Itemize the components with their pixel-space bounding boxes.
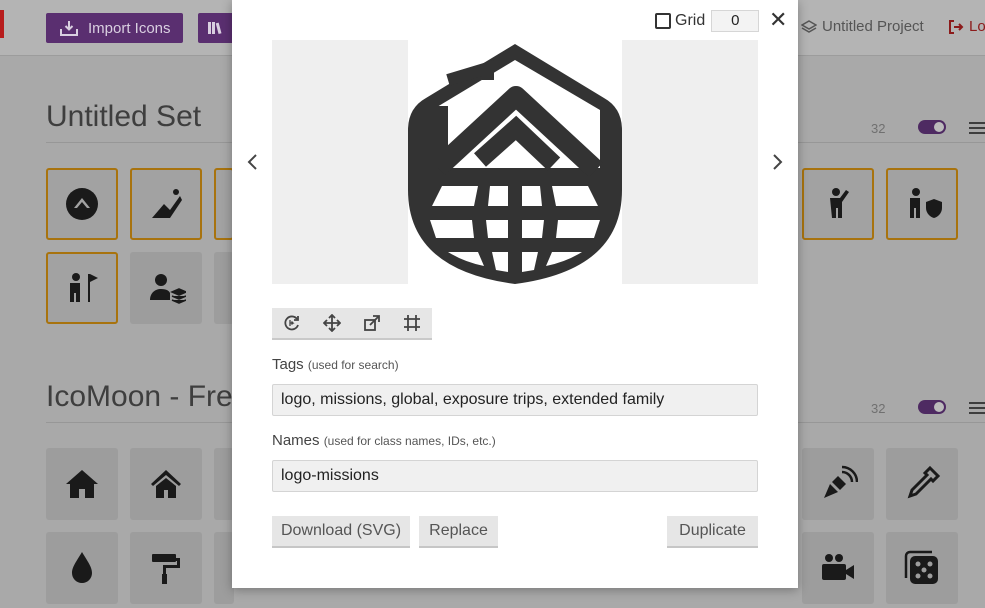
download-svg-button[interactable]: Download (SVG) bbox=[272, 516, 410, 548]
library-button[interactable] bbox=[198, 13, 234, 43]
icon-tile[interactable] bbox=[886, 168, 958, 240]
transform-toolbar bbox=[272, 308, 432, 340]
dice-icon bbox=[904, 550, 938, 584]
close-icon[interactable]: ✕ bbox=[769, 9, 787, 31]
logout-label: Lo bbox=[969, 18, 985, 35]
person-shield-icon bbox=[910, 188, 942, 218]
names-label-text: Names bbox=[272, 432, 320, 449]
person-flag-icon bbox=[70, 273, 98, 302]
import-icon bbox=[58, 20, 80, 36]
paint-roller-icon bbox=[152, 554, 180, 584]
icon-tile[interactable] bbox=[130, 168, 202, 240]
icon-tile[interactable] bbox=[802, 168, 874, 240]
import-icons-button[interactable]: Import Icons bbox=[46, 13, 183, 43]
crop-grid-icon bbox=[404, 315, 420, 331]
set-icon-count: 32 bbox=[871, 121, 886, 136]
icon-tile[interactable] bbox=[214, 168, 234, 240]
app-logo-fragment bbox=[0, 10, 4, 38]
tags-label: Tags (used for search) bbox=[272, 356, 399, 373]
next-icon-arrow[interactable] bbox=[770, 150, 786, 174]
icon-tile[interactable] bbox=[802, 448, 874, 520]
tags-hint: (used for search) bbox=[307, 358, 399, 372]
climber-icon bbox=[152, 189, 182, 218]
logout-icon bbox=[948, 19, 964, 35]
names-hint: (used for class names, IDs, etc.) bbox=[323, 434, 496, 448]
grid-checkbox[interactable] bbox=[655, 13, 671, 29]
grid-size-input[interactable]: 0 bbox=[711, 10, 760, 32]
icon-tile[interactable] bbox=[214, 252, 234, 324]
rotate-icon bbox=[284, 315, 299, 331]
rotate-button[interactable] bbox=[272, 308, 312, 338]
person-stack-icon bbox=[150, 274, 186, 304]
icon-tile[interactable] bbox=[886, 448, 958, 520]
chevron-left-icon bbox=[247, 154, 257, 170]
preview-padding-right bbox=[622, 40, 758, 284]
icon-tile[interactable] bbox=[802, 532, 874, 604]
names-label: Names (used for class names, IDs, etc.) bbox=[272, 432, 496, 449]
layers-icon bbox=[801, 19, 817, 35]
project-name: Untitled Project bbox=[822, 18, 924, 35]
icon-tile[interactable] bbox=[46, 532, 118, 604]
video-camera-icon bbox=[822, 554, 854, 580]
home-icon bbox=[66, 470, 98, 498]
set-toggle[interactable] bbox=[918, 400, 946, 414]
quill-broadcast-icon bbox=[824, 465, 858, 498]
project-selector[interactable]: Untitled Project bbox=[801, 18, 924, 35]
set-title[interactable]: Untitled Set bbox=[46, 100, 201, 134]
crop-grid-button[interactable] bbox=[392, 308, 432, 338]
icon-tile[interactable] bbox=[46, 252, 118, 324]
names-input[interactable]: logo-missions bbox=[272, 460, 758, 492]
previous-icon-arrow[interactable] bbox=[244, 150, 260, 174]
library-icon bbox=[206, 20, 226, 36]
set-toggle[interactable] bbox=[918, 120, 946, 134]
icon-tile[interactable] bbox=[130, 532, 202, 604]
icon-tile[interactable] bbox=[46, 168, 118, 240]
resize-icon bbox=[364, 315, 380, 331]
chevron-right-icon bbox=[773, 154, 783, 170]
logo-missions-icon bbox=[408, 44, 622, 284]
icon-tile[interactable] bbox=[46, 448, 118, 520]
logo-icon bbox=[66, 188, 98, 220]
set-menu-icon[interactable] bbox=[969, 402, 985, 414]
move-button[interactable] bbox=[312, 308, 352, 338]
preview-padding-left bbox=[272, 40, 408, 284]
eyedropper-icon bbox=[907, 465, 941, 499]
grid-control: Grid 0 bbox=[655, 10, 760, 32]
icon-tile[interactable] bbox=[130, 448, 202, 520]
tags-label-text: Tags bbox=[272, 356, 304, 373]
set-title[interactable]: IcoMoon - Fre bbox=[46, 380, 233, 414]
icon-tile[interactable] bbox=[214, 532, 234, 604]
icon-preview bbox=[272, 40, 758, 284]
move-icon bbox=[323, 314, 341, 332]
home2-icon bbox=[151, 470, 181, 498]
logout-button[interactable]: Lo bbox=[948, 18, 985, 35]
droplet-icon bbox=[72, 552, 92, 583]
icon-editor-modal: Grid 0 ✕ Tags (used for search) logo, mi… bbox=[232, 0, 798, 588]
icon-tile[interactable] bbox=[214, 448, 234, 520]
person-cheer-icon bbox=[830, 188, 849, 218]
icon-tile[interactable] bbox=[886, 532, 958, 604]
import-icons-label: Import Icons bbox=[88, 19, 171, 37]
replace-button[interactable]: Replace bbox=[419, 516, 498, 548]
set-menu-icon[interactable] bbox=[969, 122, 985, 134]
grid-label: Grid bbox=[675, 12, 706, 29]
icon-tile[interactable] bbox=[130, 252, 202, 324]
resize-button[interactable] bbox=[352, 308, 392, 338]
set-icon-count: 32 bbox=[871, 401, 886, 416]
duplicate-button[interactable]: Duplicate bbox=[667, 516, 758, 548]
tags-input[interactable]: logo, missions, global, exposure trips, … bbox=[272, 384, 758, 416]
